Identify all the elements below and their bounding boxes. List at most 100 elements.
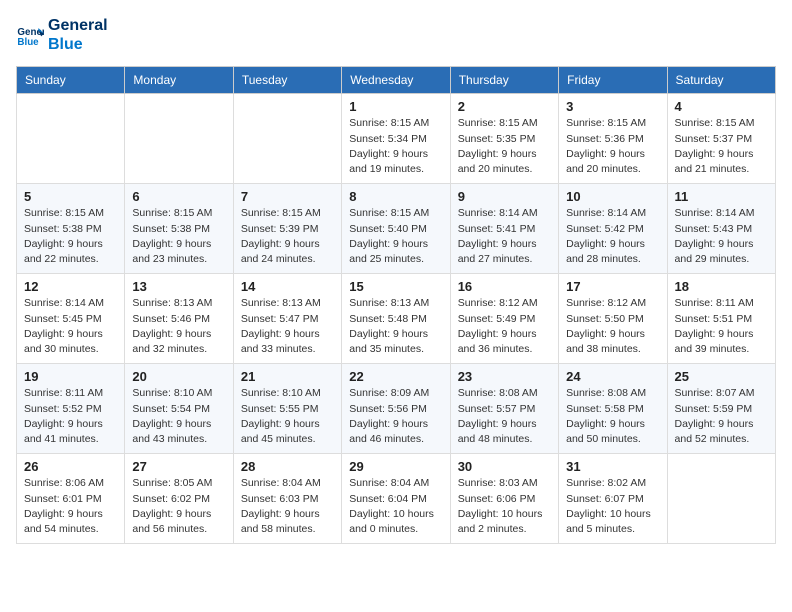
day-number: 13 [132,279,225,294]
calendar-cell: 31 Sunrise: 8:02 AM Sunset: 6:07 PM Dayli… [559,454,667,544]
day-number: 6 [132,189,225,204]
calendar-header: SundayMondayTuesdayWednesdayThursdayFrid… [17,67,776,94]
calendar-cell [667,454,775,544]
calendar-cell [125,94,233,184]
calendar-cell: 26 Sunrise: 8:06 AM Sunset: 6:01 PM Dayli… [17,454,125,544]
day-number: 19 [24,369,117,384]
calendar-body: 1 Sunrise: 8:15 AM Sunset: 5:34 PM Daylig… [17,94,776,544]
day-number: 24 [566,369,659,384]
day-info: Sunrise: 8:12 AM Sunset: 5:49 PM Dayligh… [458,296,551,357]
calendar-cell: 23 Sunrise: 8:08 AM Sunset: 5:57 PM Dayli… [450,364,558,454]
day-info: Sunrise: 8:13 AM Sunset: 5:46 PM Dayligh… [132,296,225,357]
calendar-cell: 18 Sunrise: 8:11 AM Sunset: 5:51 PM Dayli… [667,274,775,364]
day-info: Sunrise: 8:02 AM Sunset: 6:07 PM Dayligh… [566,476,659,537]
day-number: 20 [132,369,225,384]
week-row-2: 5 Sunrise: 8:15 AM Sunset: 5:38 PM Daylig… [17,184,776,274]
week-row-4: 19 Sunrise: 8:11 AM Sunset: 5:52 PM Dayli… [17,364,776,454]
day-info: Sunrise: 8:15 AM Sunset: 5:35 PM Dayligh… [458,116,551,177]
day-info: Sunrise: 8:06 AM Sunset: 6:01 PM Dayligh… [24,476,117,537]
header-day-thursday: Thursday [450,67,558,94]
calendar-cell: 27Sunrise: 8:05 AM Sunset: 6:02 PM Dayli… [125,454,233,544]
day-info: Sunrise: 8:15 AM Sunset: 5:39 PM Dayligh… [241,206,334,267]
calendar-cell: 21 Sunrise: 8:10 AM Sunset: 5:55 PM Dayli… [233,364,341,454]
day-info: Sunrise: 8:11 AM Sunset: 5:51 PM Dayligh… [675,296,768,357]
calendar-cell: 16 Sunrise: 8:12 AM Sunset: 5:49 PM Dayli… [450,274,558,364]
calendar-cell: 15Sunrise: 8:13 AM Sunset: 5:48 PM Dayli… [342,274,450,364]
day-info: Sunrise: 8:08 AM Sunset: 5:58 PM Dayligh… [566,386,659,447]
day-number: 28 [241,459,334,474]
day-number: 26 [24,459,117,474]
calendar-cell: 17 Sunrise: 8:12 AM Sunset: 5:50 PM Dayli… [559,274,667,364]
day-number: 1 [349,99,442,114]
day-number: 16 [458,279,551,294]
calendar-cell: 28 Sunrise: 8:04 AM Sunset: 6:03 PM Dayli… [233,454,341,544]
header-day-monday: Monday [125,67,233,94]
day-number: 17 [566,279,659,294]
day-number: 21 [241,369,334,384]
calendar-cell: 13 Sunrise: 8:13 AM Sunset: 5:46 PM Dayli… [125,274,233,364]
calendar-cell: 6 Sunrise: 8:15 AM Sunset: 5:38 PM Daylig… [125,184,233,274]
logo-blue: Blue [48,35,108,54]
calendar-cell: 7 Sunrise: 8:15 AM Sunset: 5:39 PM Daylig… [233,184,341,274]
calendar-cell: 8 Sunrise: 8:15 AM Sunset: 5:40 PM Daylig… [342,184,450,274]
week-row-3: 12 Sunrise: 8:14 AM Sunset: 5:45 PM Dayli… [17,274,776,364]
day-info: Sunrise: 8:09 AM Sunset: 5:56 PM Dayligh… [349,386,442,447]
day-number: 18 [675,279,768,294]
day-number: 4 [675,99,768,114]
calendar-cell: 12 Sunrise: 8:14 AM Sunset: 5:45 PM Dayli… [17,274,125,364]
day-number: 9 [458,189,551,204]
week-row-5: 26 Sunrise: 8:06 AM Sunset: 6:01 PM Dayli… [17,454,776,544]
header-day-saturday: Saturday [667,67,775,94]
header-row: SundayMondayTuesdayWednesdayThursdayFrid… [17,67,776,94]
day-info: Sunrise: 8:08 AM Sunset: 5:57 PM Dayligh… [458,386,551,447]
calendar-cell: 9 Sunrise: 8:14 AM Sunset: 5:41 PM Daylig… [450,184,558,274]
day-info: Sunrise: 8:07 AM Sunset: 5:59 PM Dayligh… [675,386,768,447]
logo: General Blue General Blue [16,16,108,54]
day-info: Sunrise: 8:14 AM Sunset: 5:45 PM Dayligh… [24,296,117,357]
day-number: 23 [458,369,551,384]
day-number: 22 [349,369,442,384]
header-day-tuesday: Tuesday [233,67,341,94]
calendar-cell: 3 Sunrise: 8:15 AM Sunset: 5:36 PM Daylig… [559,94,667,184]
day-info: Sunrise: 8:15 AM Sunset: 5:36 PM Dayligh… [566,116,659,177]
header-day-sunday: Sunday [17,67,125,94]
day-number: 8 [349,189,442,204]
day-info: Sunrise: 8:10 AM Sunset: 5:54 PM Dayligh… [132,386,225,447]
calendar-cell: 14Sunrise: 8:13 AM Sunset: 5:47 PM Dayli… [233,274,341,364]
day-info: Sunrise: 8:15 AM Sunset: 5:38 PM Dayligh… [132,206,225,267]
day-info: Sunrise: 8:14 AM Sunset: 5:42 PM Dayligh… [566,206,659,267]
day-info: Sunrise: 8:15 AM Sunset: 5:34 PM Dayligh… [349,116,442,177]
day-number: 10 [566,189,659,204]
week-row-1: 1 Sunrise: 8:15 AM Sunset: 5:34 PM Daylig… [17,94,776,184]
header-day-friday: Friday [559,67,667,94]
logo-icon: General Blue [16,21,44,49]
calendar-cell: 25Sunrise: 8:07 AM Sunset: 5:59 PM Dayli… [667,364,775,454]
day-number: 15 [349,279,442,294]
logo-general: General [48,16,108,35]
day-number: 7 [241,189,334,204]
day-number: 5 [24,189,117,204]
day-number: 3 [566,99,659,114]
day-number: 31 [566,459,659,474]
day-info: Sunrise: 8:15 AM Sunset: 5:40 PM Dayligh… [349,206,442,267]
page-header: General Blue General Blue [16,16,776,54]
calendar-table: SundayMondayTuesdayWednesdayThursdayFrid… [16,66,776,544]
calendar-cell: 19 Sunrise: 8:11 AM Sunset: 5:52 PM Dayli… [17,364,125,454]
calendar-cell: 22 Sunrise: 8:09 AM Sunset: 5:56 PM Dayli… [342,364,450,454]
day-info: Sunrise: 8:10 AM Sunset: 5:55 PM Dayligh… [241,386,334,447]
day-info: Sunrise: 8:11 AM Sunset: 5:52 PM Dayligh… [24,386,117,447]
day-info: Sunrise: 8:13 AM Sunset: 5:47 PM Dayligh… [241,296,334,357]
day-number: 12 [24,279,117,294]
day-info: Sunrise: 8:12 AM Sunset: 5:50 PM Dayligh… [566,296,659,357]
day-number: 11 [675,189,768,204]
day-info: Sunrise: 8:04 AM Sunset: 6:03 PM Dayligh… [241,476,334,537]
calendar-cell: 10 Sunrise: 8:14 AM Sunset: 5:42 PM Dayli… [559,184,667,274]
day-number: 30 [458,459,551,474]
day-info: Sunrise: 8:14 AM Sunset: 5:41 PM Dayligh… [458,206,551,267]
svg-text:Blue: Blue [17,37,39,48]
calendar-cell: 2Sunrise: 8:15 AM Sunset: 5:35 PM Daylig… [450,94,558,184]
day-info: Sunrise: 8:04 AM Sunset: 6:04 PM Dayligh… [349,476,442,537]
day-info: Sunrise: 8:05 AM Sunset: 6:02 PM Dayligh… [132,476,225,537]
day-number: 29 [349,459,442,474]
calendar-cell [17,94,125,184]
